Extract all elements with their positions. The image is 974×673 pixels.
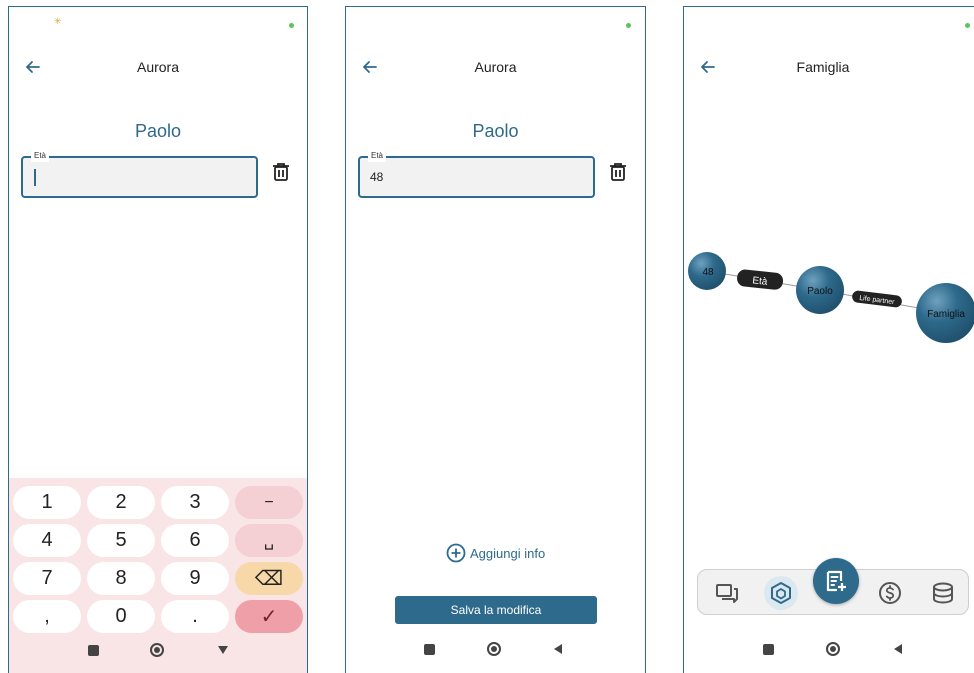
screen-family-graph: Famiglia Età Life partner 48 Paolo Famig… <box>683 6 974 673</box>
key-5[interactable]: 5 <box>87 524 155 557</box>
key-minus[interactable]: − <box>235 486 303 519</box>
person-name: Paolo <box>472 121 519 141</box>
system-nav-bar <box>9 630 307 673</box>
add-info-label: Aggiungi info <box>470 545 546 561</box>
key-space[interactable]: ␣ <box>235 524 303 557</box>
home-icon[interactable] <box>150 643 164 657</box>
chat-icon[interactable] <box>714 580 740 606</box>
recents-icon[interactable] <box>424 644 435 655</box>
key-3[interactable]: 3 <box>161 486 229 519</box>
home-icon[interactable] <box>826 642 840 656</box>
add-info-button[interactable]: Aggiungi info <box>446 542 545 564</box>
nav-back-icon[interactable] <box>552 643 564 655</box>
graph-node-paolo[interactable]: Paolo <box>796 266 844 314</box>
status-indicator-icon <box>289 23 294 28</box>
dollar-icon[interactable] <box>877 580 903 606</box>
key-1[interactable]: 1 <box>13 486 81 519</box>
age-field-label: Età <box>31 150 50 162</box>
edge-label-eta-text: Età <box>752 275 769 288</box>
keyboard-hide-icon[interactable] <box>217 644 229 656</box>
key-confirm[interactable]: ✓ <box>235 600 303 633</box>
status-indicator-icon <box>626 23 631 28</box>
home-icon[interactable] <box>487 642 501 656</box>
cube-icon[interactable] <box>768 580 794 606</box>
key-7[interactable]: 7 <box>13 562 81 595</box>
age-field-label: Età <box>368 150 387 162</box>
age-field[interactable]: Età <box>21 150 258 198</box>
edge-label-eta: Età <box>737 269 784 290</box>
graph-node-paolo-label: Paolo <box>807 286 833 297</box>
recents-icon[interactable] <box>88 645 99 656</box>
key-9[interactable]: 9 <box>161 562 229 595</box>
database-icon[interactable] <box>930 580 956 606</box>
nav-back-icon[interactable] <box>892 643 904 655</box>
recents-icon[interactable] <box>763 644 774 655</box>
bottom-toolbar <box>697 558 969 615</box>
age-field[interactable]: Età 48 <box>358 150 595 198</box>
edge-label-life-partner: Life partner <box>852 290 902 308</box>
screen-edit-age-keyboard: ✳ Aurora Paolo Età 1 2 3 − 4 5 6 ␣ 7 8 9… <box>8 6 308 673</box>
screen-title: Aurora <box>474 59 517 75</box>
graph-node-48-label: 48 <box>702 267 714 278</box>
notification-icon: ✳ <box>54 17 62 27</box>
add-note-icon <box>826 570 846 592</box>
add-circle-icon <box>446 543 466 563</box>
age-field-value: 48 <box>370 170 384 184</box>
key-4[interactable]: 4 <box>13 524 81 557</box>
graph-node-48[interactable]: 48 <box>688 252 726 290</box>
text-cursor <box>34 169 36 186</box>
save-button[interactable]: Salva la modifica <box>395 596 597 624</box>
key-0[interactable]: 0 <box>87 600 155 633</box>
key-backspace[interactable]: ⌫ <box>235 562 303 595</box>
graph-node-famiglia[interactable]: Famiglia <box>916 283 974 343</box>
trash-icon[interactable] <box>609 162 627 182</box>
key-6[interactable]: 6 <box>161 524 229 557</box>
add-note-button[interactable] <box>813 558 859 604</box>
key-8[interactable]: 8 <box>87 562 155 595</box>
system-nav-bar <box>346 629 645 673</box>
key-comma[interactable]: , <box>13 600 81 633</box>
key-period[interactable]: . <box>161 600 229 633</box>
screen-edit-age-filled: Aurora Paolo Età 48 Aggiungi info Salva … <box>345 6 646 673</box>
graph-node-famiglia-label: Famiglia <box>927 309 965 320</box>
system-nav-bar <box>684 629 974 673</box>
numeric-keyboard: 1 2 3 − 4 5 6 ␣ 7 8 9 ⌫ , 0 . ✓ <box>9 478 307 673</box>
key-2[interactable]: 2 <box>87 486 155 519</box>
person-name: Paolo <box>134 121 182 141</box>
trash-icon[interactable] <box>272 162 290 182</box>
screen-title: Aurora <box>136 59 180 75</box>
